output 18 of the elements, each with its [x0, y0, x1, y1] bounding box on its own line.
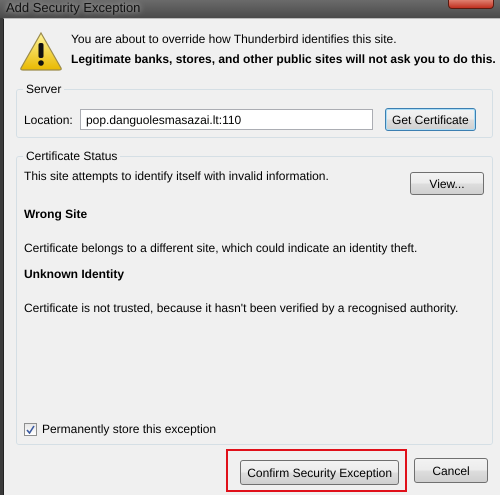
checkbox-label: Permanently store this exception [42, 422, 216, 436]
location-field[interactable]: pop.danguolesmasazai.lt:110 [80, 109, 373, 130]
view-button[interactable]: View... [410, 172, 484, 195]
window-title: Add Security Exception [6, 0, 140, 16]
close-button[interactable] [448, 0, 494, 9]
confirm-button[interactable]: Confirm Security Exception [240, 460, 399, 485]
problem-text: Certificate belongs to a different site, which could indicate an identity theft. [24, 241, 418, 255]
problem-heading: Unknown Identity [24, 267, 125, 281]
warning-text: You are about to override how Thunderbird identifies this site. [71, 31, 398, 48]
cancel-button[interactable]: Cancel [414, 458, 488, 483]
problem-heading: Wrong Site [24, 207, 88, 221]
warning-icon [19, 31, 63, 71]
problem-text: Certificate is not trusted, because it hasn't been verified by a recognised authority. [24, 301, 460, 315]
checkbox[interactable] [24, 422, 37, 436]
status-text: This site attempts to identify itself with invalid information. [24, 169, 329, 183]
get-certificate-button[interactable]: Get Certificate [385, 108, 476, 131]
field-label: Location: [24, 112, 74, 126]
warning-text: Legitimate banks, stores, and other public sites will not ask you to do this. [71, 51, 496, 68]
